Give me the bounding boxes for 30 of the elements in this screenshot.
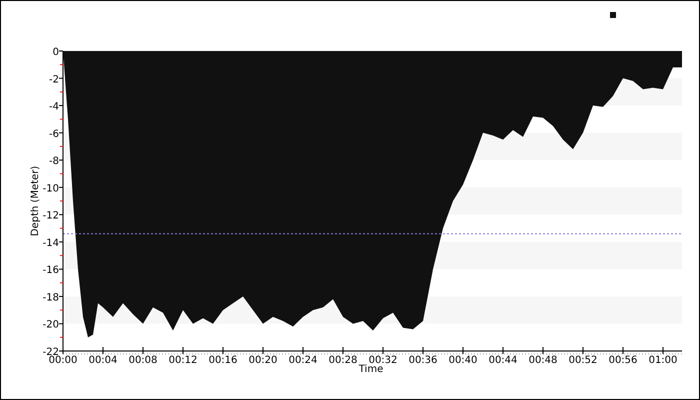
axis-label: 00:24 [288,355,318,366]
axis-label: 00:40 [448,355,478,366]
axis-label: 00:00 [48,355,78,366]
axis-label: 00:44 [488,355,518,366]
axis-label: 00:28 [328,355,358,366]
axis-label: -10 [42,183,59,194]
axis-label: 00:04 [88,355,118,366]
axis-label: -18 [42,292,59,304]
axis-label: -16 [42,265,59,276]
axis-label: 00:48 [528,355,558,366]
axis-label: -4 [49,102,59,113]
axis-label: 00:16 [208,355,238,366]
axis-label: 00:32 [368,355,398,366]
axis-label: -14 [42,238,59,249]
legend-marker-icon [610,12,616,18]
axis-label: 00:08 [128,355,158,366]
axis-label: -20 [42,320,59,331]
axis-title: Time [358,364,384,375]
axis-label: 00:20 [248,355,278,366]
axis-title: Depth (Meter) [30,166,41,236]
axis-label: 00:36 [408,355,438,366]
axis-label: 0 [52,47,59,58]
axis-label: -8 [49,156,59,168]
axis-label: 00:56 [608,355,638,366]
axis-label: -6 [49,128,59,140]
axis-label: -12 [42,210,59,222]
axis-label: 00:12 [168,355,198,366]
axis-label: -2 [49,74,59,86]
axis-label: 00:52 [568,355,598,366]
axis-label: 01:00 [648,355,678,366]
